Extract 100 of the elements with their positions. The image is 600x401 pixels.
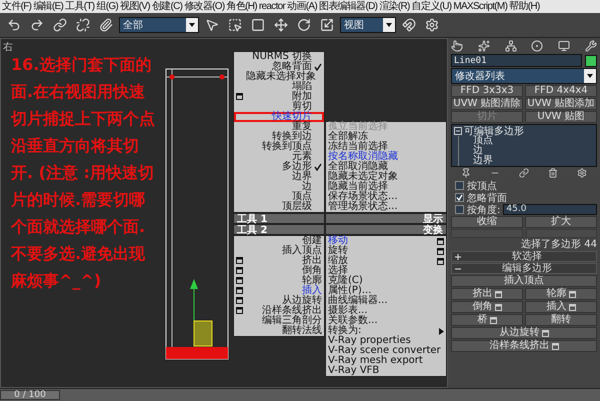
- menu-item[interactable]: MAXScript(M): [452, 0, 508, 12]
- menu-item[interactable]: 插入顶点: [234, 246, 324, 256]
- menu-item[interactable]: 帮助(H): [508, 0, 541, 12]
- menu-item[interactable]: 渲染(R): [378, 0, 411, 12]
- wrench-icon[interactable]: [584, 40, 597, 52]
- rollout-header[interactable]: 编辑多边形: [451, 263, 597, 274]
- modifier-button[interactable]: FFD 3x3x3: [451, 85, 523, 97]
- menu-item[interactable]: reactor: [258, 0, 286, 12]
- menu-item[interactable]: 创建: [234, 236, 324, 246]
- menu-item[interactable]: 从边旋转: [234, 296, 324, 306]
- sparkle-icon[interactable]: [478, 40, 490, 52]
- menu-item[interactable]: 边界: [234, 172, 324, 182]
- menu-item[interactable]: 修改器(O): [183, 0, 226, 12]
- stack-item[interactable]: 边: [458, 146, 594, 156]
- time-slider-thumb[interactable]: 0 / 100: [0, 390, 60, 400]
- menu-item[interactable]: V-Ray VFB: [326, 366, 446, 376]
- object-name-field[interactable]: Line01: [451, 54, 582, 67]
- menu-item[interactable]: 元素: [234, 152, 324, 162]
- menu-item[interactable]: 倒角: [234, 266, 324, 276]
- modifier-button[interactable]: UVW 贴图: [525, 111, 597, 123]
- menu-item[interactable]: 剪切: [234, 102, 324, 112]
- edit-button[interactable]: 挤出: [451, 288, 523, 300]
- menu-item[interactable]: 附加: [234, 92, 324, 102]
- menu-item[interactable]: 隐藏当前选择: [326, 182, 446, 192]
- menu-item[interactable]: 沿样条线挤出: [234, 306, 324, 316]
- menu-item[interactable]: 按名称取消隐藏: [326, 152, 446, 162]
- menu-item[interactable]: 隐藏未选择对象: [234, 72, 324, 82]
- menu-item[interactable]: 摄影表...: [326, 306, 446, 316]
- edit-button[interactable]: 插入: [525, 301, 597, 313]
- edit-button[interactable]: 桥: [451, 314, 523, 326]
- menu-item[interactable]: 转换到顶点: [234, 142, 324, 152]
- menu-item[interactable]: 转换到边: [234, 132, 324, 142]
- checkbox[interactable]: [455, 193, 464, 202]
- menu-item[interactable]: 视图(V): [119, 0, 151, 12]
- rollout-header[interactable]: 软选择: [451, 251, 597, 262]
- menu-item[interactable]: 编辑三角剖分: [234, 316, 324, 326]
- modifier-button[interactable]: UVW 贴图清除: [451, 98, 523, 110]
- menu-item[interactable]: 挤出: [234, 256, 324, 266]
- menu-item[interactable]: 边: [234, 182, 324, 192]
- menu-item[interactable]: 工具(T): [64, 0, 96, 12]
- selection-filter-dropdown[interactable]: 全部: [119, 17, 199, 33]
- circle-icon[interactable]: [531, 40, 544, 52]
- stack-item[interactable]: 边界: [458, 156, 594, 166]
- edit-button[interactable]: 插入顶点: [451, 275, 597, 287]
- settings-icon[interactable]: [577, 168, 588, 179]
- menu-item[interactable]: 移动: [326, 236, 446, 246]
- menu-item[interactable]: 管理场景状态...: [326, 202, 446, 212]
- menu-item[interactable]: 缩放: [326, 256, 446, 266]
- edit-button[interactable]: 轮廓: [525, 288, 597, 300]
- modifier-button[interactable]: UVW 贴图添加: [525, 98, 597, 110]
- menu-item[interactable]: 塌陷: [234, 82, 324, 92]
- trash-icon[interactable]: [548, 168, 558, 179]
- menu-item[interactable]: 冻结当前选择: [326, 142, 446, 152]
- menu-item[interactable]: 文件(F): [1, 0, 32, 12]
- menu-item[interactable]: 顶点: [234, 192, 324, 202]
- menu-item[interactable]: 关联参数...: [326, 316, 446, 326]
- menu-item[interactable]: V-Ray scene converter: [326, 346, 446, 356]
- menu-item[interactable]: 全部取消隐藏: [326, 162, 446, 172]
- modifier-list-dropdown[interactable]: 修改器列表: [451, 68, 597, 84]
- menu-item[interactable]: 图表编辑器(D): [318, 0, 378, 12]
- link-icon[interactable]: [518, 168, 529, 179]
- angle-spinner[interactable]: 45.0: [503, 204, 597, 215]
- menu-item[interactable]: 属性(P)...: [326, 286, 446, 296]
- edit-button[interactable]: 沿样条线挤出: [451, 340, 597, 352]
- menu-item[interactable]: 插入: [234, 286, 324, 296]
- edit-button[interactable]: 从边旋转: [451, 327, 597, 339]
- menu-item[interactable]: 角色(H): [226, 0, 258, 12]
- hierarchy-icon[interactable]: [504, 40, 517, 52]
- menu-item[interactable]: 保存场景状态...: [326, 192, 446, 202]
- monitor-icon[interactable]: [558, 40, 570, 52]
- collapse-icon[interactable]: [454, 126, 462, 134]
- menu-item[interactable]: 快速切片: [234, 112, 324, 122]
- menu-item[interactable]: 选择: [326, 266, 446, 276]
- menu-item[interactable]: 旋转: [326, 246, 446, 256]
- checkbox[interactable]: [455, 181, 464, 190]
- stack-item[interactable]: 顶点: [458, 136, 594, 146]
- menu-item[interactable]: 创建(C): [150, 0, 184, 12]
- stack-item[interactable]: 可编辑多边形: [454, 125, 594, 136]
- pin-icon[interactable]: [460, 168, 471, 179]
- color-swatch[interactable]: [585, 54, 597, 66]
- edit-button[interactable]: 翻转: [525, 314, 597, 326]
- modifier-button[interactable]: FFD 4x4x4: [525, 85, 597, 97]
- selection-button[interactable]: 收缩: [451, 216, 523, 228]
- menu-item[interactable]: 轮廓: [234, 276, 324, 286]
- menu-item[interactable]: 编辑(E): [32, 0, 64, 12]
- menu-item[interactable]: V-Ray mesh export: [326, 356, 446, 366]
- menu-item[interactable]: 重复: [234, 122, 324, 132]
- menu-item[interactable]: V-Ray properties: [326, 336, 446, 346]
- menu-item[interactable]: 转换为:: [326, 326, 446, 336]
- menu-item[interactable]: 顶层级: [234, 202, 324, 212]
- menu-item[interactable]: 克隆(C): [326, 276, 446, 286]
- menu-item[interactable]: 全部解冻: [326, 132, 446, 142]
- menu-item[interactable]: 多边形: [234, 162, 324, 172]
- menu-item[interactable]: 翻转法线: [234, 326, 324, 336]
- menu-item[interactable]: NURMS 切换: [234, 52, 324, 62]
- menu-item[interactable]: 动画(A): [286, 0, 318, 12]
- coordinate-system-dropdown[interactable]: 视图: [340, 17, 396, 33]
- checkbox[interactable]: [455, 205, 464, 214]
- selection-button[interactable]: 扩大: [525, 216, 597, 228]
- edit-button[interactable]: 倒角: [451, 301, 523, 313]
